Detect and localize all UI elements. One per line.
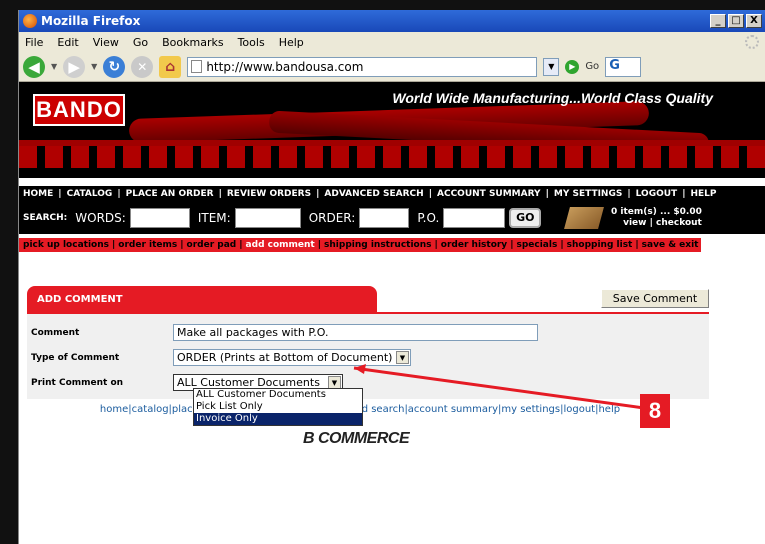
chevron-down-icon[interactable]: ▼ bbox=[396, 351, 409, 364]
subnav-order-items[interactable]: order items bbox=[118, 240, 177, 250]
subnav-specials[interactable]: specials bbox=[516, 240, 557, 250]
close-button[interactable]: X bbox=[746, 14, 762, 28]
save-comment-button[interactable]: Save Comment bbox=[601, 289, 709, 308]
navigation-toolbar: ◀ ▼ ▶ ▼ ↻ ✕ ⌂ http://www.bandousa.com ▼ … bbox=[19, 52, 765, 82]
nav-home[interactable]: HOME bbox=[23, 189, 53, 199]
menu-go[interactable]: Go bbox=[133, 36, 148, 49]
subnav-order-history[interactable]: order history bbox=[441, 240, 507, 250]
menu-file[interactable]: File bbox=[25, 36, 43, 49]
callout-number-badge: 8 bbox=[640, 394, 670, 428]
words-input[interactable] bbox=[129, 208, 190, 228]
firefox-icon bbox=[23, 14, 37, 28]
stop-icon[interactable]: ✕ bbox=[131, 55, 154, 78]
po-input[interactable] bbox=[443, 208, 506, 228]
add-comment-header: ADD COMMENT bbox=[27, 286, 377, 312]
menu-help[interactable]: Help bbox=[279, 36, 304, 49]
nav-review-orders[interactable]: REVIEW ORDERS bbox=[227, 189, 311, 199]
back-icon[interactable]: ◀ bbox=[23, 55, 45, 78]
bando-banner: BANDO World Wide Manufacturing...World C… bbox=[19, 82, 765, 178]
window-title: Mozilla Firefox bbox=[41, 14, 141, 28]
option-invoice-only[interactable]: Invoice Only bbox=[194, 413, 362, 425]
nav-logout[interactable]: LOGOUT bbox=[636, 189, 678, 199]
go-icon[interactable]: ▶ bbox=[565, 59, 580, 74]
print-on-dropdown-list: ALL Customer Documents Pick List Only In… bbox=[193, 388, 363, 426]
cart-summary: 0 item(s) ... $0.00 view | checkout bbox=[564, 204, 707, 232]
order-label: ORDER: bbox=[308, 211, 356, 225]
nav-account-summary[interactable]: ACCOUNT SUMMARY bbox=[437, 189, 541, 199]
nav-my-settings[interactable]: MY SETTINGS bbox=[554, 189, 622, 199]
page-icon bbox=[191, 60, 203, 73]
option-all-documents[interactable]: ALL Customer Documents bbox=[194, 389, 362, 401]
search-go-button[interactable]: GO bbox=[509, 208, 542, 228]
comment-type-select[interactable]: ORDER (Prints at Bottom of Document) ▼ bbox=[173, 349, 411, 366]
top-navigation: HOME | CATALOG | PLACE AN ORDER | REVIEW OR… bbox=[19, 186, 765, 202]
order-input[interactable] bbox=[359, 208, 410, 228]
comment-form: Comment Make all packages with P.O. Type… bbox=[27, 312, 709, 399]
search-bar: SEARCH: WORDS: ITEM: ORDER: P.O. GO 0 it… bbox=[19, 202, 765, 234]
minimize-button[interactable]: _ bbox=[710, 14, 726, 28]
words-label: WORDS: bbox=[75, 211, 126, 225]
cart-total: 0 item(s) ... $0.00 bbox=[611, 207, 702, 217]
subnav-shipping[interactable]: shipping instructions bbox=[324, 240, 431, 250]
subnav-add-comment[interactable]: add comment bbox=[246, 240, 315, 250]
url-text: http://www.bandousa.com bbox=[206, 59, 364, 74]
subnav-shopping-list[interactable]: shopping list bbox=[567, 240, 633, 250]
cart-links[interactable]: view | checkout bbox=[611, 218, 702, 229]
menu-tools[interactable]: Tools bbox=[238, 36, 265, 49]
subnav-order-pad[interactable]: order pad bbox=[187, 240, 237, 250]
go-label[interactable]: Go bbox=[585, 61, 599, 72]
subnav-save-exit[interactable]: save & exit bbox=[642, 240, 699, 250]
bcommerce-logo: B COMMERCE bbox=[303, 430, 410, 447]
po-label: P.O. bbox=[417, 211, 440, 225]
bando-logo: BANDO bbox=[33, 94, 125, 126]
forward-icon[interactable]: ▶ bbox=[63, 55, 86, 78]
back-dropdown-icon[interactable]: ▼ bbox=[51, 62, 57, 71]
shopping-box-icon bbox=[564, 207, 604, 229]
forward-dropdown-icon[interactable]: ▼ bbox=[91, 62, 97, 71]
nav-help[interactable]: HELP bbox=[691, 189, 717, 199]
web-page: BANDO World Wide Manufacturing...World C… bbox=[19, 82, 765, 252]
reload-icon[interactable]: ↻ bbox=[103, 55, 126, 78]
item-label: ITEM: bbox=[197, 211, 231, 225]
type-label: Type of Comment bbox=[31, 352, 120, 363]
nav-catalog[interactable]: CATALOG bbox=[67, 189, 113, 199]
nav-advanced-search[interactable]: ADVANCED SEARCH bbox=[324, 189, 423, 199]
comment-type-value: ORDER (Prints at Bottom of Document) bbox=[177, 351, 393, 364]
browser-window: Mozilla Firefox _ □ X File Edit View Go … bbox=[18, 10, 765, 544]
search-label: SEARCH: bbox=[23, 213, 68, 223]
nav-place-order[interactable]: PLACE AN ORDER bbox=[126, 189, 214, 199]
search-engine-icon[interactable]: G bbox=[605, 56, 642, 77]
print-label: Print Comment on bbox=[31, 377, 124, 388]
menu-view[interactable]: View bbox=[93, 36, 119, 49]
option-pick-list[interactable]: Pick List Only bbox=[194, 401, 362, 413]
banner-tagline: World Wide Manufacturing...World Class Q… bbox=[392, 90, 713, 106]
subnav-pickup[interactable]: pick up locations bbox=[23, 240, 109, 250]
menu-bookmarks[interactable]: Bookmarks bbox=[162, 36, 223, 49]
url-dropdown-icon[interactable]: ▼ bbox=[543, 57, 560, 76]
item-input[interactable] bbox=[234, 208, 301, 228]
comment-label: Comment bbox=[31, 327, 80, 338]
address-bar[interactable]: http://www.bandousa.com bbox=[187, 56, 538, 77]
title-bar: Mozilla Firefox _ □ X bbox=[19, 10, 765, 32]
home-icon[interactable]: ⌂ bbox=[159, 55, 182, 78]
add-comment-section: ADD COMMENT Save Comment Comment Make al… bbox=[27, 284, 709, 426]
menu-edit[interactable]: Edit bbox=[57, 36, 78, 49]
throbber-icon bbox=[745, 35, 759, 49]
maximize-button[interactable]: □ bbox=[728, 14, 744, 28]
order-subnav: pick up locations | order items | order pa… bbox=[19, 238, 701, 252]
menu-bar: File Edit View Go Bookmarks Tools Help bbox=[19, 32, 765, 52]
comment-input[interactable]: Make all packages with P.O. bbox=[173, 324, 538, 341]
timing-belt-teeth bbox=[19, 146, 765, 168]
